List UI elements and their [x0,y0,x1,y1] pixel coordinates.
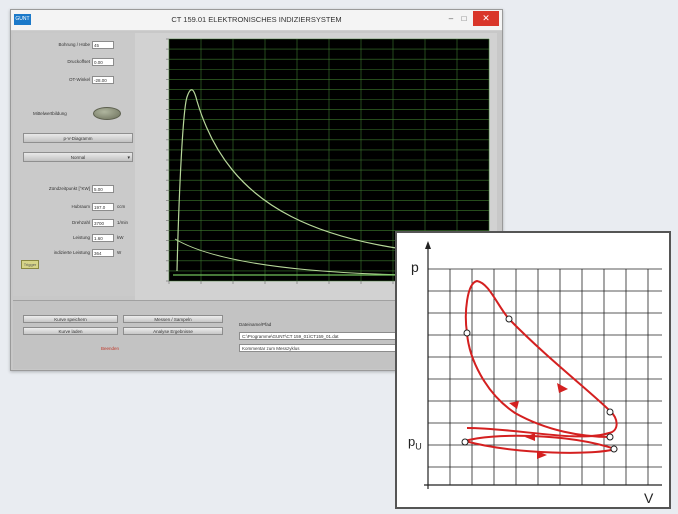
readout-row: indizierte Leistung 364 W [13,249,135,258]
readout-label: Hubraum [71,204,90,209]
state-point [505,315,513,323]
window-title: CT 159.01 ELEKTRONISCHES INDIZIERSYSTEM [171,15,342,24]
field-row-tdc-angle: OT-Winkel -28.00 [13,76,135,85]
mode-select[interactable]: Normal ▾ [23,152,133,162]
readout-label: Leistung [72,235,90,240]
comment-input[interactable]: Kommentar zum Messzyklus [239,344,409,352]
pv-cycle-curve [464,279,618,438]
field-row-bore: Bohrung / Hübe 45 [13,41,135,50]
field-label: Bohrung / Hübe [58,42,90,47]
readout-row: Hubraum 197.0 ccm [13,203,135,212]
field-label: OT-Winkel [68,77,90,82]
tdc-angle-input[interactable]: -28.00 [92,76,114,84]
pressure-axis-label: p [411,259,419,275]
readout-value: 5.00 [92,185,114,193]
averaging-toggle[interactable] [93,107,121,120]
averaging-label: Mittelwertbildung [33,111,67,116]
save-curve-button[interactable]: Kurve speichern [23,315,118,323]
ambient-pressure-label: pU [408,434,422,452]
bore-input[interactable]: 45 [92,41,114,49]
trigger-led: Trigger [21,260,39,269]
volume-axis-label: V [644,490,654,506]
start-measure-button[interactable]: Messen / Sampeln [123,315,223,323]
readout-value: 364 [92,249,114,257]
state-point [606,408,614,416]
load-curve-button[interactable]: Kurve laden [23,327,118,335]
y-axis-arrow-icon [425,241,431,249]
readout-value: 3700 [92,219,114,227]
readout-unit: 1/min [117,220,129,225]
readout-unit: kW [117,235,124,240]
file-section-label: Dateiname/Pfad [239,322,272,327]
maximize-button[interactable]: □ [458,13,470,25]
state-point [610,445,618,453]
field-row-pressure-offset: Druckoffset 0.00 [13,58,135,67]
pv-diagram-card: p pU V [395,231,671,509]
cycle-arrow-icon [557,383,568,393]
readout-label: Drehzahl [71,220,90,225]
readout-row: Leistung 1.60 kW [13,234,135,243]
mode-select-label: Normal [70,155,86,160]
control-panel: Bohrung / Hübe 45 Druckoffset 0.00 OT-Wi… [13,33,136,296]
analysis-button[interactable]: Analyse Ergebnisse [123,327,223,335]
readout-label: Zündzeitpunkt [°KW] [48,186,90,191]
ambient-pressure-subscript: U [415,441,422,452]
gas-exchange-loop [464,434,619,454]
field-label: Druckoffset [67,59,90,64]
readout-value: 197.0 [92,203,114,211]
readout-unit: ccm [117,204,126,209]
readout-row: Drehzahl 3700 1/min [13,219,135,228]
pressure-offset-input[interactable]: 0.00 [92,58,114,66]
state-point [461,438,469,446]
state-point [606,433,614,441]
chevron-down-icon: ▾ [127,155,130,161]
state-point [463,329,471,337]
file-path-input[interactable]: C:\Programme\GUNT\CT 159_01\CT159_01.dat [239,332,409,340]
readout-label: indizierte Leistung [53,250,90,255]
cycle-arrow-icon [525,433,535,441]
diagram-select-label: p-V-Diagramm [63,136,93,141]
close-button[interactable]: ✕ [473,11,499,26]
cycle-arrow-icon [509,401,519,409]
readout-value: 1.60 [92,234,114,242]
pv-diagram [424,241,662,489]
readout-row: Zündzeitpunkt [°KW] 5.00 [13,185,135,194]
minimize-button[interactable]: – [445,13,457,25]
title-bar: GUNT CT 159.01 ELEKTRONISCHES INDIZIERSY… [11,10,502,31]
readout-unit: W [117,250,122,255]
exit-link[interactable]: Beenden [101,346,119,351]
diagram-select-button[interactable]: p-V-Diagramm [23,133,133,143]
